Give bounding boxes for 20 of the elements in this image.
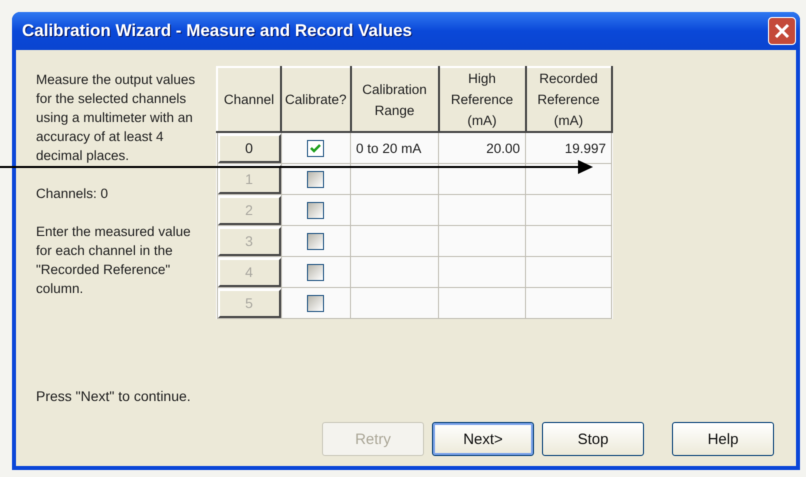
footer-text: Press "Next" to continue. (36, 388, 192, 404)
instruction-text: Measure the output values for the selected channels using a multimeter with an accuracy of at least 4 decimal places. (36, 71, 196, 165)
column-header: Channel (217, 67, 281, 132)
column-header: Recorded Reference (mA) (526, 67, 612, 132)
column-header: Calibrate? (281, 67, 351, 132)
table-cell: 19.997 (564, 140, 606, 156)
dialog-button[interactable]: Next> (432, 422, 534, 456)
dialog-button[interactable]: Help (672, 422, 774, 456)
instruction-text: Channels: 0 (36, 185, 110, 203)
column-header: High Reference (mA) (438, 67, 526, 132)
table-cell: 0 to 20 mA (356, 140, 422, 156)
dialog-button[interactable]: Stop (542, 422, 644, 456)
calibrate-checkbox[interactable] (307, 140, 324, 156)
column-header: Calibration Range (350, 67, 439, 132)
close-icon (774, 23, 790, 39)
table-cell: 20.00 (486, 140, 520, 156)
instruction-text: Enter the measured value for each channel in the "Recorded Reference" column. (36, 223, 192, 298)
window-title: Calibration Wizard - Measure and Record Values (22, 21, 412, 41)
close-button[interactable] (768, 17, 796, 45)
channel-button[interactable]: 0 (218, 134, 280, 162)
